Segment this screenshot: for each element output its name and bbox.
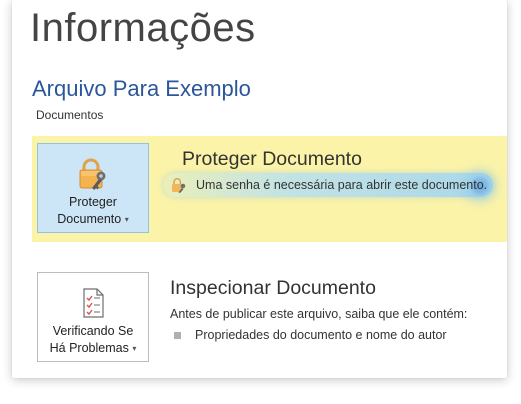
protect-message: Uma senha é necessária para abrir este d… bbox=[170, 177, 487, 193]
inspect-description: Antes de publicar este arquivo, saiba qu… bbox=[170, 307, 468, 321]
document-checklist-icon bbox=[75, 285, 111, 321]
check-for-issues-label: Verificando Se Há Problemas ▾ bbox=[49, 324, 137, 355]
padlock-key-icon bbox=[75, 156, 111, 192]
protect-document-section: Proteger Documento ▾ Proteger Documento … bbox=[32, 136, 507, 242]
list-item: Propriedades do documento e nome do auto… bbox=[174, 328, 447, 342]
protect-document-label: Proteger Documento ▾ bbox=[57, 195, 129, 226]
check-for-issues-button[interactable]: Verificando Se Há Problemas ▾ bbox=[37, 272, 149, 362]
chevron-down-icon: ▾ bbox=[132, 344, 137, 354]
bullet-icon bbox=[174, 331, 181, 339]
page-title: Informações bbox=[30, 6, 256, 50]
chevron-down-icon: ▾ bbox=[124, 215, 129, 225]
file-location: Documentos bbox=[36, 108, 104, 122]
file-name: Arquivo Para Exemplo bbox=[32, 76, 251, 101]
inspect-document-heading: Inspecionar Documento bbox=[170, 277, 376, 299]
info-panel: Informações Arquivo Para Exemplo Documen… bbox=[12, 0, 507, 378]
protect-document-button[interactable]: Proteger Documento ▾ bbox=[37, 143, 149, 233]
small-padlock-key-icon bbox=[170, 177, 188, 193]
protect-document-heading: Proteger Documento bbox=[182, 148, 362, 170]
